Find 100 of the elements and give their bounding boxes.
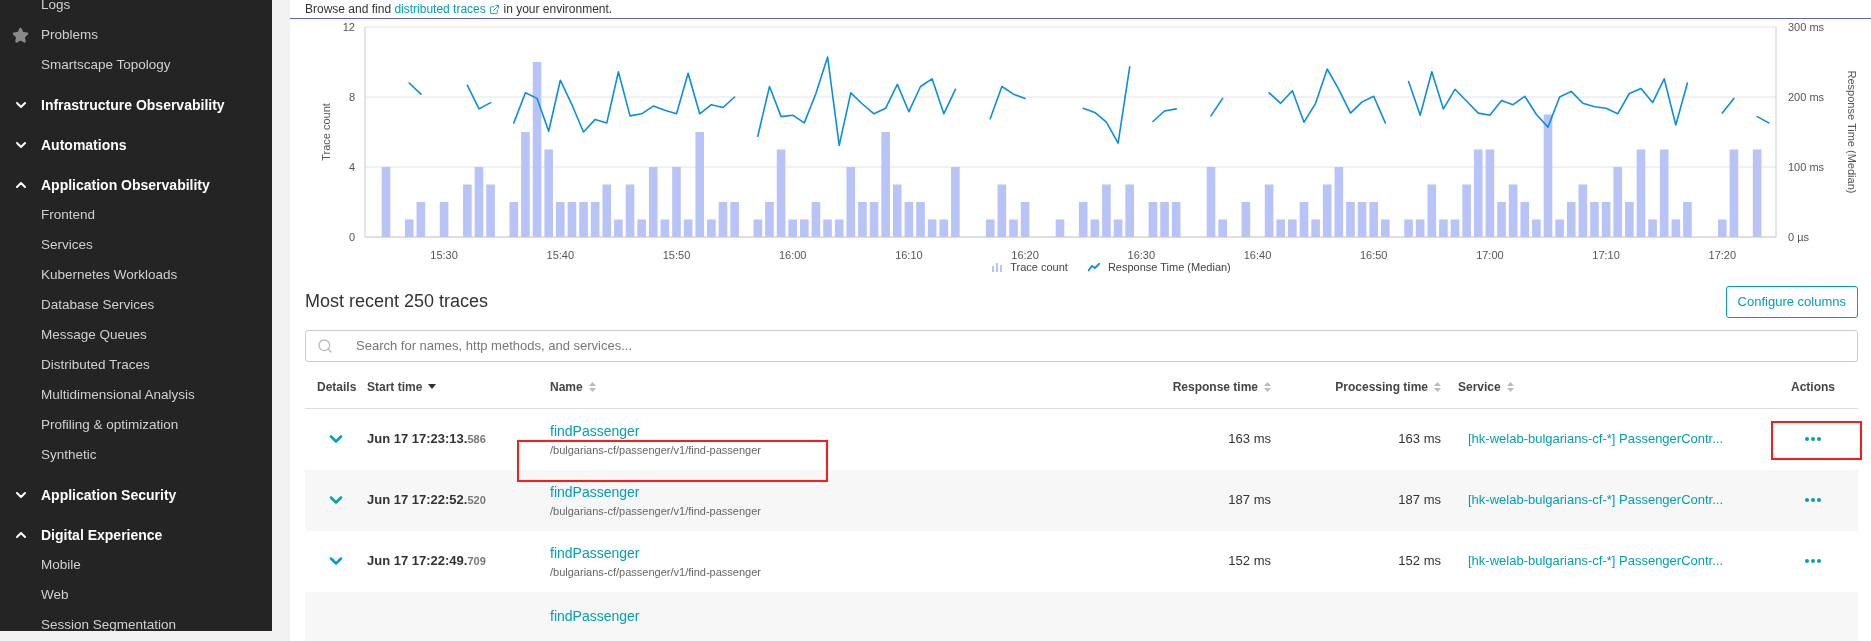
bar — [1090, 219, 1100, 237]
search-icon — [317, 337, 333, 354]
bar — [985, 219, 995, 237]
sidebar-item[interactable]: Distributed Traces — [0, 350, 272, 380]
more-actions-button[interactable] — [1805, 498, 1821, 502]
sidebar-item[interactable]: Message Queues — [0, 320, 272, 350]
bar — [834, 219, 844, 237]
sidebar-item[interactable]: Problems — [0, 20, 272, 50]
search-field[interactable]: Search for names, http methods, and services... — [305, 329, 1858, 362]
bar — [439, 202, 449, 237]
bar — [486, 184, 495, 237]
sidebar-item[interactable]: Multidimensional Analysis — [0, 380, 272, 410]
bar — [765, 202, 774, 237]
bar — [788, 219, 797, 237]
bar — [614, 219, 623, 237]
bar — [753, 219, 763, 237]
column-header[interactable]: Response time — [1172, 377, 1271, 396]
axis-tick-label: 200 ms — [1788, 91, 1825, 103]
sidebar-item[interactable]: Frontend — [0, 200, 272, 230]
processing-time: 187 ms — [1398, 491, 1441, 510]
bar — [463, 184, 472, 237]
more-actions-button[interactable] — [1805, 437, 1821, 441]
bar — [1357, 202, 1367, 237]
bar — [927, 219, 937, 237]
sidebar-item[interactable]: Logs — [0, 0, 272, 20]
bar — [718, 202, 728, 237]
bar — [509, 202, 519, 237]
sidebar-item[interactable]: Mobile — [0, 550, 272, 580]
bar — [1369, 202, 1378, 237]
bar — [1299, 202, 1309, 237]
axis-tick-label: 0 — [348, 231, 355, 243]
axis-tick-label: 12 — [342, 21, 355, 33]
axis-tick-label: 15:50 — [662, 249, 691, 261]
external-link-icon — [489, 4, 501, 16]
axis-title: Response Time (Median) — [1846, 70, 1856, 194]
axis-tick-label: 300 ms — [1788, 21, 1825, 33]
section-title: Most recent 250 traces — [305, 290, 489, 313]
sidebar-item[interactable]: Profiling & optimization — [0, 410, 272, 440]
column-header: Details — [317, 378, 357, 396]
bar — [1578, 184, 1588, 237]
axis-tick-label: 15:30 — [430, 249, 458, 261]
bar — [1648, 219, 1657, 237]
column-header[interactable]: Name — [550, 377, 596, 396]
more-icon — [1805, 437, 1821, 441]
sort-icon — [1434, 381, 1441, 392]
column-header[interactable]: Processing time — [1335, 377, 1441, 396]
bar — [1718, 219, 1727, 237]
bar — [811, 202, 821, 237]
star-icon — [12, 26, 29, 44]
bar — [381, 167, 391, 237]
sidebar-item[interactable]: Session Segmentation — [0, 610, 272, 631]
bar — [1532, 219, 1541, 237]
request-path: /bulgarians-cf/passenger/v1/find-passenger — [550, 564, 761, 580]
column-header[interactable]: Start time — [367, 377, 437, 396]
sidebar-item[interactable]: Kubernetes Workloads — [0, 260, 272, 290]
legend-label: Trace count — [1010, 260, 1068, 275]
bar — [416, 202, 426, 237]
response-time: 187 ms — [1228, 491, 1271, 510]
axis-tick-label: 100 ms — [1788, 161, 1825, 173]
bar — [1427, 184, 1437, 237]
bar — [1311, 219, 1320, 237]
bar — [1078, 202, 1088, 237]
sort-icon — [1506, 381, 1514, 392]
more-actions-button[interactable] — [1805, 559, 1821, 563]
bar — [1381, 219, 1390, 237]
sidebar-section[interactable]: Digital Experience — [0, 520, 272, 550]
bar — [602, 184, 612, 237]
sidebar-item[interactable]: Synthetic — [0, 440, 272, 470]
axis-tick-label: 16:30 — [1127, 249, 1156, 261]
sidebar-section[interactable]: Automations — [0, 130, 272, 160]
sidebar-section[interactable]: Infrastructure Observability — [0, 90, 272, 120]
bar — [823, 219, 832, 237]
bar — [800, 219, 809, 237]
bar-chart-icon — [992, 262, 1003, 272]
bar — [1346, 202, 1355, 237]
axis-tick-label: 4 — [348, 161, 355, 173]
table-row[interactable]: Jun 17 17:22:52.520 findPassenger /bulgarians-cf/passenger/v1/find-passenger 187 ms 187 ms [hk-welab-bulgarians-cf-*] PassengerContr... — [305, 469, 1858, 531]
request-path: /bulgarians-cf/passenger/v1/find-passenger — [550, 503, 761, 519]
bar — [1566, 202, 1576, 237]
sidebar-item[interactable]: Smartscape Topology — [0, 50, 272, 80]
bar — [1683, 202, 1692, 237]
bar — [939, 219, 949, 237]
axis-tick-label: 8 — [348, 91, 355, 103]
response-time: 163 ms — [1228, 430, 1271, 449]
bar — [1148, 202, 1158, 237]
column-header[interactable]: Service — [1458, 377, 1514, 396]
axis-tick-label: 17:00 — [1476, 249, 1504, 261]
sidebar-section[interactable]: Application Security — [0, 480, 272, 510]
bar — [1171, 202, 1181, 237]
axis-tick-label: 16:20 — [1011, 249, 1039, 261]
sidebar-item[interactable]: Services — [0, 230, 272, 260]
bar — [1206, 167, 1216, 237]
bar — [707, 219, 716, 237]
bar — [1322, 184, 1332, 237]
sidebar-item[interactable]: Database Services — [0, 290, 272, 320]
sidebar-item[interactable]: Web — [0, 580, 272, 610]
bar — [1009, 219, 1018, 237]
axis-tick-label: 16:10 — [895, 249, 923, 261]
trend-line-icon — [1087, 262, 1100, 272]
sidebar-section[interactable]: Application Observability — [0, 170, 272, 200]
